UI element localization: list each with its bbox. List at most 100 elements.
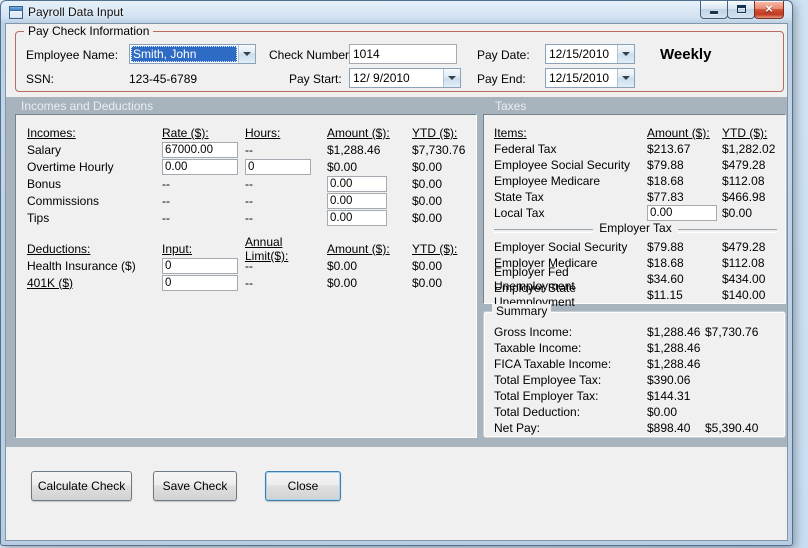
employer-tax-subheader-label: Employer Tax [593, 221, 678, 235]
taxes-header-row: Items: Amount ($): YTD ($): [494, 125, 785, 141]
deduction-ytd-header: YTD ($): [412, 242, 458, 256]
health-insurance-input[interactable] [162, 257, 238, 274]
employer-ss-label: Employer Social Security [494, 240, 628, 254]
fica-taxable-amount: $1,288.46 [647, 357, 701, 371]
bonus-amount-input[interactable] [327, 175, 387, 192]
total-employer-tax-label: Total Employer Tax: [494, 389, 599, 403]
tax-row-employee-medicare: Employee Medicare $18.68 $112.08 [494, 173, 785, 189]
maximize-button[interactable] [727, 1, 755, 19]
check-number-input[interactable] [349, 44, 457, 64]
pay-date-chevron-down-icon[interactable] [617, 45, 634, 63]
bonus-hours: -- [245, 176, 253, 191]
tax-row-employer-state-unemployment: Employer State Unemployment $11.15 $140.… [494, 281, 785, 309]
tax-row-employee-ss: Employee Social Security $79.88 $479.28 [494, 157, 785, 173]
pay-date-picker[interactable]: 12/15/2010 [545, 44, 635, 64]
total-deduction-label: Total Deduction: [494, 405, 581, 419]
commissions-hours: -- [245, 193, 253, 208]
taxes-panel: Items: Amount ($): YTD ($): Federal Tax … [483, 114, 786, 309]
total-employee-tax-label: Total Employee Tax: [494, 373, 602, 387]
net-pay-label: Net Pay: [494, 421, 541, 435]
commissions-ytd: $0.00 [412, 193, 443, 208]
summary-row-gross: Gross Income: $1,288.46 $7,730.76 [494, 324, 785, 340]
state-tax-ytd: $466.98 [722, 190, 766, 204]
employer-state-unemployment-ytd: $140.00 [722, 288, 766, 302]
deduction-amount-header: Amount ($): [327, 242, 390, 256]
pay-end-picker[interactable]: 12/15/2010 [545, 68, 635, 88]
federal-tax-label: Federal Tax [494, 142, 557, 156]
income-row-salary: Salary -- $1,288.46 $7,730.76 [27, 141, 476, 158]
deduction-row-health-insurance: Health Insurance ($) -- $0.00 $0.00 [27, 257, 476, 274]
tips-rate: -- [162, 210, 170, 225]
taxes-section-label: Taxes [495, 99, 527, 113]
deductions-header-row: Deductions: Input: Annual Limit($): Amou… [27, 235, 476, 263]
app-icon [9, 5, 23, 19]
federal-tax-amount: $213.67 [647, 142, 691, 156]
incomes-taxes-region: Incomes and Deductions Taxes Incomes: Ra… [6, 97, 787, 447]
pay-frequency-label: Weekly [660, 46, 712, 63]
pay-date-value: 12/15/2010 [549, 47, 610, 61]
overtime-amount: $0.00 [327, 159, 358, 174]
titlebar-close-button[interactable]: × [754, 1, 784, 19]
overtime-hours-input[interactable] [245, 158, 311, 175]
hours-header: Hours: [245, 126, 281, 140]
paycheck-info-groupbox: Pay Check Information Employee Name: Smi… [15, 24, 784, 92]
employee-medicare-amount: $18.68 [647, 174, 684, 188]
tax-row-state: State Tax $77.83 $466.98 [494, 189, 785, 205]
pay-start-chevron-down-icon[interactable] [443, 69, 460, 87]
fica-taxable-label: FICA Taxable Income: [494, 357, 612, 371]
deduction-row-401k: 401K ($) -- $0.00 $0.00 [27, 274, 476, 291]
window-controls: × [700, 1, 784, 19]
total-employee-tax-amount: $390.06 [647, 373, 691, 387]
employer-ss-amount: $79.88 [647, 240, 684, 254]
income-row-tips: Tips -- -- $0.00 [27, 209, 476, 226]
401k-limit: -- [245, 275, 253, 290]
summary-row-net-pay: Net Pay: $898.40 $5,390.40 [494, 420, 785, 436]
overtime-rate-input[interactable] [162, 158, 238, 175]
employee-medicare-ytd: $112.08 [722, 174, 765, 188]
employer-fed-unemployment-ytd: $434.00 [722, 272, 766, 286]
employer-tax-subheader: Employer Tax [494, 221, 777, 239]
tips-ytd: $0.00 [412, 210, 443, 225]
paycheck-info-legend: Pay Check Information [24, 24, 154, 38]
employer-state-unemployment-amount: $11.15 [647, 288, 683, 302]
net-pay-ytd: $5,390.40 [705, 421, 759, 435]
window-title: Payroll Data Input [28, 5, 124, 19]
minimize-button[interactable] [700, 1, 728, 19]
commissions-amount-input[interactable] [327, 192, 387, 209]
pay-start-picker[interactable]: 12/ 9/2010 [349, 68, 461, 88]
state-tax-amount: $77.83 [647, 190, 684, 204]
local-tax-input[interactable] [647, 205, 717, 221]
tax-amount-header: Amount ($): [647, 126, 710, 140]
client-area: Pay Check Information Employee Name: Smi… [5, 23, 788, 541]
overtime-ytd: $0.00 [412, 159, 443, 174]
maximize-icon [736, 5, 746, 13]
employer-ss-ytd: $479.28 [722, 240, 766, 254]
income-row-bonus: Bonus -- -- $0.00 [27, 175, 476, 192]
employee-name-chevron-down-icon[interactable] [238, 45, 255, 63]
401k-label: 401K ($) [27, 275, 74, 290]
summary-row-taxable: Taxable Income: $1,288.46 [494, 340, 785, 356]
gross-income-amount: $1,288.46 [647, 325, 701, 339]
minimize-icon [710, 11, 718, 14]
pay-start-label: Pay Start: [289, 72, 342, 86]
amount-header: Amount ($): [327, 126, 390, 140]
taxable-income-amount: $1,288.46 [647, 341, 701, 355]
employee-name-select[interactable]: Smith, John [129, 44, 256, 64]
401k-ytd: $0.00 [412, 275, 443, 290]
health-insurance-label: Health Insurance ($) [27, 258, 136, 273]
salary-rate-input[interactable] [162, 141, 238, 158]
tips-amount-input[interactable] [327, 209, 387, 226]
pay-end-chevron-down-icon[interactable] [617, 69, 634, 87]
titlebar[interactable]: Payroll Data Input × [1, 1, 792, 23]
tax-row-local: Local Tax $0.00 [494, 205, 785, 221]
tips-hours: -- [245, 210, 253, 225]
total-employer-tax-amount: $144.31 [647, 389, 691, 403]
calculate-check-button[interactable]: Calculate Check [31, 471, 132, 501]
401k-amount: $0.00 [327, 275, 358, 290]
overtime-label: Overtime Hourly [27, 159, 114, 174]
save-check-button[interactable]: Save Check [153, 471, 237, 501]
401k-input[interactable] [162, 274, 238, 291]
employer-medicare-ytd: $112.08 [722, 256, 765, 270]
summary-legend: Summary [492, 304, 552, 318]
close-button[interactable]: Close [265, 471, 341, 501]
